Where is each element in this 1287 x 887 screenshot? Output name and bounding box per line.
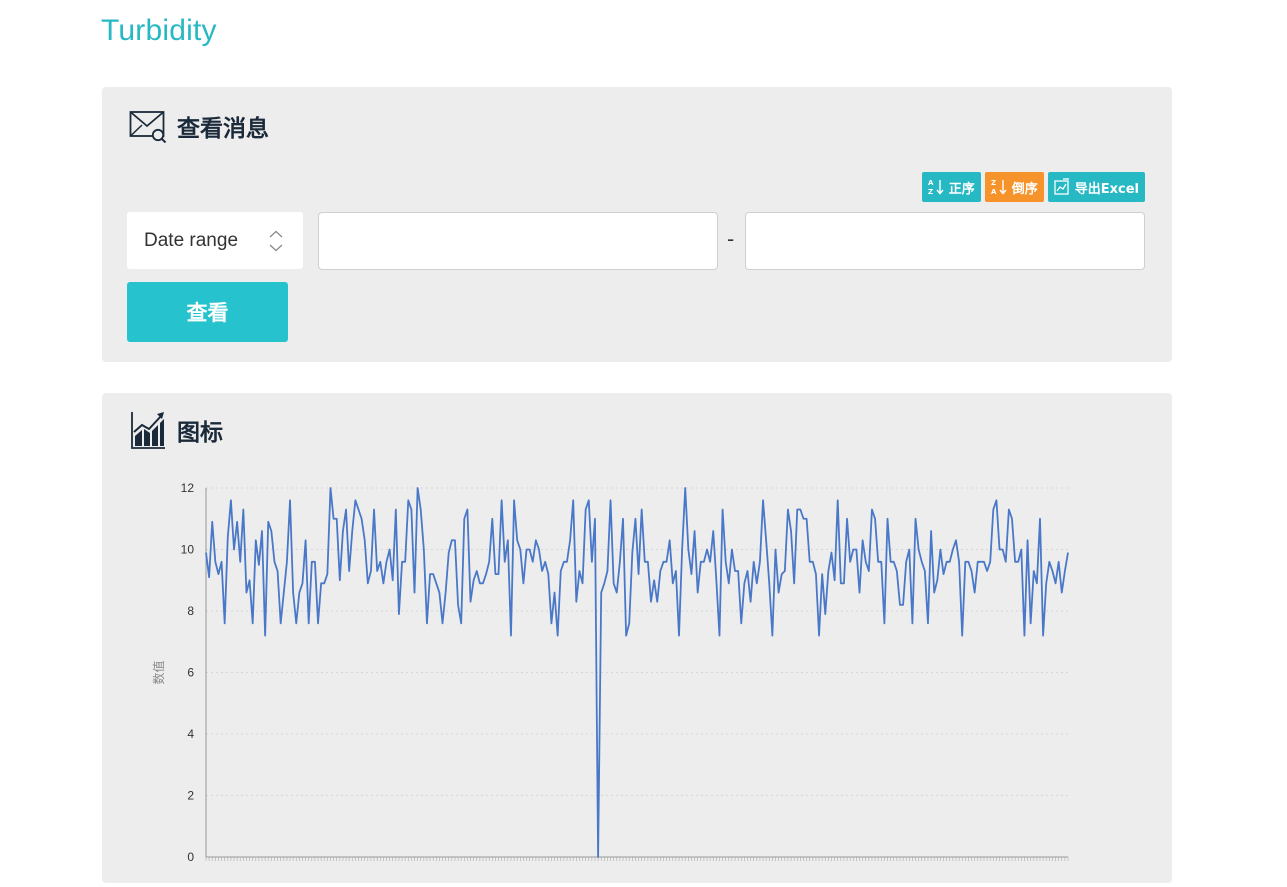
- select-arrows-icon: [269, 230, 283, 252]
- y-tick-label: 6: [187, 666, 194, 680]
- export-icon: [1054, 178, 1070, 196]
- svg-text:Z: Z: [991, 179, 996, 187]
- y-tick-label: 12: [181, 481, 195, 495]
- query-panel-title: 查看消息: [177, 116, 269, 142]
- chart-svg: 0 2 4 6 8 10 12 数值: [151, 481, 1069, 864]
- y-tick-label: 10: [181, 543, 195, 557]
- line-chart: 0 2 4 6 8 10 12 数值: [102, 393, 1172, 883]
- sort-asc-button[interactable]: A Z 正序: [921, 172, 981, 202]
- toolbar: A Z 正序 Z A 倒序 导出Excel: [921, 172, 1145, 202]
- view-button[interactable]: 查看: [127, 282, 288, 342]
- sort-desc-label: 倒序: [1011, 181, 1038, 197]
- sort-desc-button[interactable]: Z A 倒序: [984, 172, 1044, 202]
- svg-text:A: A: [991, 188, 997, 196]
- y-tick-label: 0: [187, 850, 194, 864]
- date-from-input[interactable]: [318, 212, 718, 270]
- app-title: Turbidity: [101, 14, 217, 47]
- svg-text:A: A: [928, 179, 934, 187]
- chart-panel: 图标 0 2 4 6 8 10 12 数值: [102, 393, 1172, 883]
- y-axis-label: 数值: [151, 660, 166, 684]
- sort-asc-label: 正序: [948, 181, 975, 197]
- mail-search-icon: [129, 107, 167, 145]
- sort-asc-icon: A Z: [928, 178, 944, 196]
- date-separator: -: [727, 227, 735, 251]
- export-excel-button[interactable]: 导出Excel: [1047, 172, 1145, 202]
- svg-text:Z: Z: [928, 188, 933, 196]
- y-tick-label: 4: [187, 727, 194, 741]
- y-tick-label: 8: [187, 604, 194, 618]
- date-range-select-value: Date range: [144, 229, 239, 251]
- sort-desc-icon: Z A: [991, 178, 1007, 196]
- export-excel-label: 导出Excel: [1074, 181, 1139, 197]
- query-panel: 查看消息 A Z 正序 Z A 倒序 导出Excel Date range - …: [102, 87, 1172, 362]
- date-to-input[interactable]: [745, 212, 1145, 270]
- query-panel-header: 查看消息: [129, 107, 269, 145]
- date-range-select[interactable]: Date range: [127, 212, 303, 269]
- y-tick-label: 2: [187, 789, 194, 803]
